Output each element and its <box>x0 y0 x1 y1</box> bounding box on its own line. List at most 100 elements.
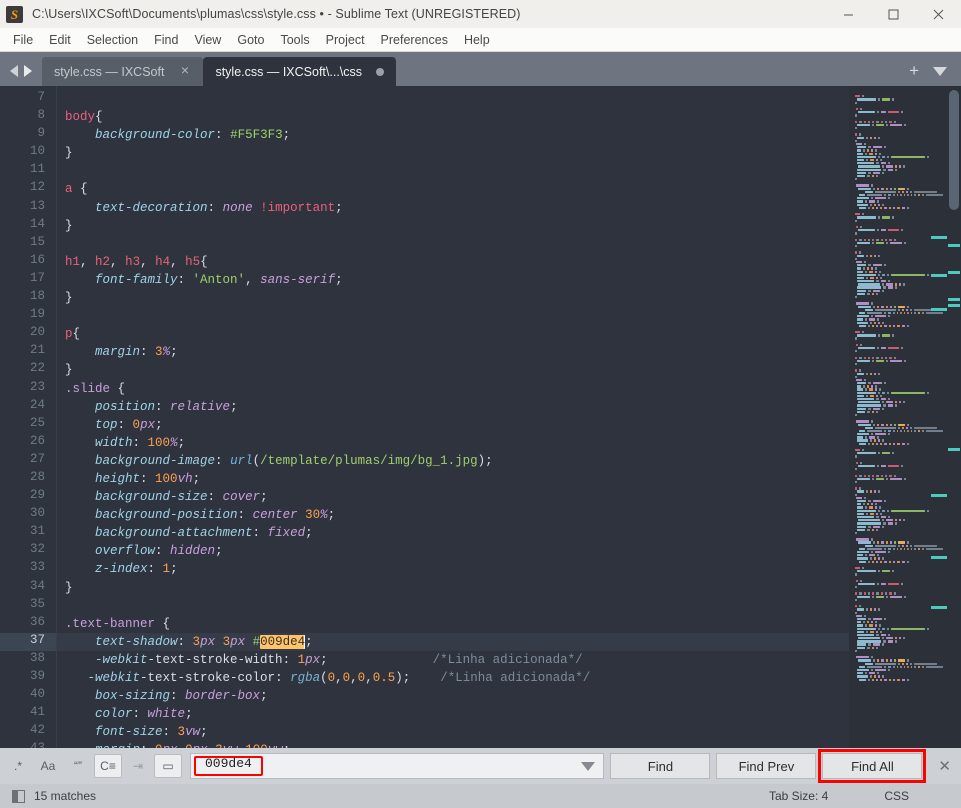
code-line[interactable]: background-attachment: fixed; <box>57 524 849 542</box>
code-content[interactable]: body{ background-color: #F5F3F3;} a { tex… <box>56 86 849 748</box>
find-input[interactable]: 009de4 <box>199 756 258 776</box>
minimap-token <box>906 324 909 327</box>
code-line[interactable]: a { <box>57 180 849 198</box>
tab-close-icon[interactable]: × <box>178 63 191 78</box>
menu-item-help[interactable]: Help <box>456 30 498 50</box>
code-line[interactable]: p{ <box>57 325 849 343</box>
find-prev-button[interactable]: Find Prev <box>716 753 817 779</box>
minimap-token <box>877 334 880 337</box>
find-all-button[interactable]: Find All <box>818 749 927 783</box>
code-line[interactable]: margin: 3%; <box>57 343 849 361</box>
code-line[interactable] <box>57 162 849 180</box>
regex-toggle-icon[interactable]: .* <box>4 754 32 778</box>
menu-item-find[interactable]: Find <box>146 30 186 50</box>
maximize-button[interactable] <box>871 0 916 28</box>
code-line[interactable]: .text-banner { <box>57 615 849 633</box>
minimap-line <box>855 292 943 296</box>
code-line[interactable] <box>57 597 849 615</box>
syntax-label[interactable]: CSS <box>884 789 909 803</box>
code-line[interactable]: margin: 0px 0px 3vw 100vw; <box>57 741 849 748</box>
code-line[interactable]: h1, h2, h3, h4, h5{ <box>57 253 849 271</box>
code-line[interactable]: } <box>57 217 849 235</box>
minimap-line <box>855 232 943 235</box>
code-line[interactable]: height: 100vh; <box>57 470 849 488</box>
in-selection-toggle-icon[interactable]: ⇥ <box>124 754 152 778</box>
code-line[interactable]: color: white; <box>57 705 849 723</box>
minimap-token <box>872 305 876 308</box>
code-line[interactable]: } <box>57 144 849 162</box>
code-token-val: border-box <box>185 689 261 704</box>
minimap-token <box>855 331 860 334</box>
highlight-results-toggle-icon[interactable]: ▭ <box>154 754 182 778</box>
new-tab-icon[interactable]: + <box>909 62 919 79</box>
code-line[interactable]: .slide { <box>57 380 849 398</box>
code-line[interactable]: top: 0px; <box>57 416 849 434</box>
menu-item-view[interactable]: View <box>186 30 229 50</box>
code-line[interactable]: -webkit-text-stroke-width: 1px; /*Linha … <box>57 651 849 669</box>
minimap-token <box>855 420 870 423</box>
editor-tab-0[interactable]: style.css — IXCSoft × <box>42 57 204 86</box>
code-line[interactable]: } <box>57 579 849 597</box>
minimap-token <box>891 509 925 512</box>
code-line[interactable]: font-family: 'Anton', sans-serif; <box>57 271 849 289</box>
minimap-token <box>903 429 906 433</box>
code-line[interactable] <box>57 90 849 108</box>
case-sensitive-toggle-icon[interactable]: Aa <box>34 754 62 778</box>
minimap-token <box>885 356 888 359</box>
minimap[interactable] <box>849 86 947 748</box>
minimap-token <box>861 331 864 334</box>
minimap-token <box>899 401 902 404</box>
minimize-button[interactable] <box>826 0 871 28</box>
code-line[interactable]: } <box>57 289 849 307</box>
code-line[interactable]: } <box>57 361 849 379</box>
code-line[interactable] <box>57 235 849 253</box>
menu-item-tools[interactable]: Tools <box>272 30 317 50</box>
code-line[interactable]: overflow: hidden; <box>57 542 849 560</box>
find-button[interactable]: Find <box>610 753 711 779</box>
code-line[interactable]: text-shadow: 3px 3px #009de4; <box>57 632 849 651</box>
find-input-container[interactable]: 009de4 <box>190 753 605 779</box>
code-line[interactable]: position: relative; <box>57 398 849 416</box>
minimap-token <box>864 152 868 155</box>
code-line[interactable]: background-color: #F5F3F3; <box>57 126 849 144</box>
code-line[interactable]: background-size: cover; <box>57 488 849 506</box>
menu-item-file[interactable]: File <box>5 30 41 50</box>
menu-item-goto[interactable]: Goto <box>229 30 272 50</box>
code-line[interactable]: body{ <box>57 108 849 126</box>
whole-word-toggle-icon[interactable]: “” <box>64 754 92 778</box>
code-line[interactable]: box-sizing: border-box; <box>57 687 849 705</box>
code-line[interactable]: background-position: center 30%; <box>57 506 849 524</box>
menu-item-edit[interactable]: Edit <box>41 30 79 50</box>
menu-item-preferences[interactable]: Preferences <box>373 30 456 50</box>
tab-menu-chevron-down-icon[interactable] <box>933 66 947 76</box>
find-history-chevron-down-icon[interactable] <box>581 761 596 771</box>
wrap-toggle-icon[interactable]: C≡ <box>94 754 122 778</box>
minimap-token <box>910 426 913 429</box>
minimap-token <box>903 637 906 640</box>
menu-item-project[interactable]: Project <box>318 30 373 50</box>
code-line[interactable]: z-index: 1; <box>57 560 849 578</box>
sidebar-toggle-icon[interactable] <box>12 789 25 803</box>
code-line[interactable] <box>57 307 849 325</box>
vertical-scrollbar[interactable] <box>947 86 961 748</box>
minimap-token <box>888 162 891 165</box>
code-line[interactable]: width: 100%; <box>57 434 849 452</box>
minimap-token <box>881 347 886 350</box>
code-line[interactable]: font-size: 3vw; <box>57 723 849 741</box>
minimap-token <box>881 401 884 404</box>
editor-tab-1[interactable]: style.css — IXCSoft\...\css <box>203 57 397 86</box>
tab-nav-next-icon[interactable] <box>24 65 32 77</box>
tab-nav-prev-icon[interactable] <box>10 65 18 77</box>
code-line[interactable]: -webkit-text-stroke-color: rgba(0,0,0,0.… <box>57 669 849 687</box>
close-button[interactable] <box>916 0 961 28</box>
tab-size-label[interactable]: Tab Size: 4 <box>769 789 828 803</box>
scrollbar-thumb[interactable] <box>949 90 959 210</box>
minimap-token <box>881 509 886 512</box>
code-token-punc: : <box>132 435 148 450</box>
code-line[interactable]: text-decoration: none !important; <box>57 199 849 217</box>
find-bar-close-icon[interactable]: ✕ <box>934 757 961 775</box>
menu-item-selection[interactable]: Selection <box>79 30 146 50</box>
code-line[interactable]: background-image: url(/template/plumas/i… <box>57 452 849 470</box>
